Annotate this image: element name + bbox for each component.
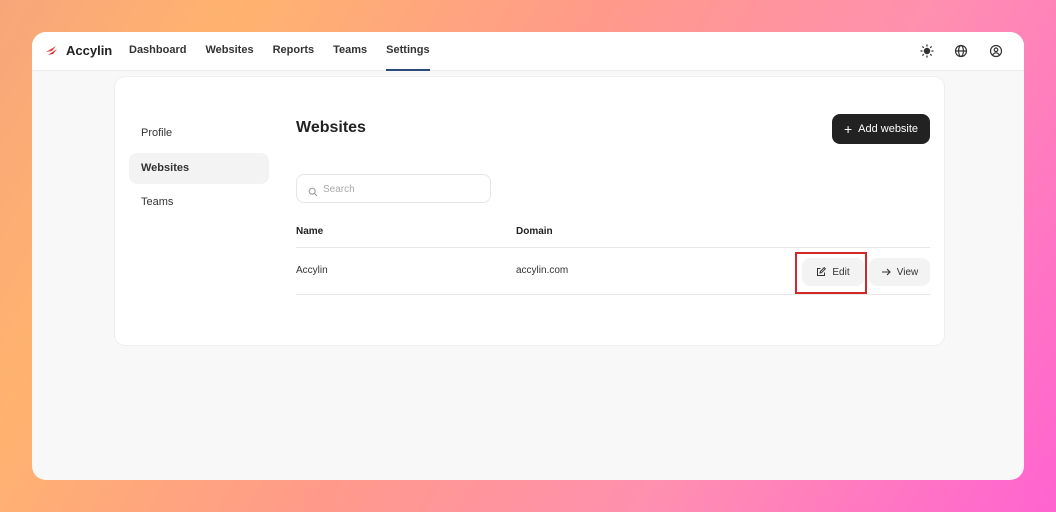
nav-settings[interactable]: Settings — [386, 32, 430, 71]
table-header-divider — [296, 247, 930, 248]
page-title: Websites — [296, 119, 366, 136]
column-header-domain: Domain — [516, 226, 553, 237]
sun-icon[interactable] — [919, 43, 935, 59]
search-box — [296, 174, 491, 203]
view-label: View — [896, 266, 919, 278]
plus-icon: + — [843, 121, 853, 137]
top-navbar: Accylin Dashboard Websites Reports Teams… — [32, 32, 1024, 71]
sidebar-item-profile[interactable]: Profile — [129, 118, 269, 149]
globe-icon[interactable] — [953, 43, 969, 59]
app-window: Accylin Dashboard Websites Reports Teams… — [32, 32, 1024, 480]
arrow-right-icon — [881, 267, 891, 277]
nav-teams[interactable]: Teams — [333, 32, 367, 71]
nav-dashboard[interactable]: Dashboard — [129, 32, 186, 71]
sidebar-item-teams[interactable]: Teams — [129, 187, 269, 218]
search-icon — [308, 184, 318, 197]
row-domain-cell: accylin.com — [516, 265, 569, 276]
sidebar-item-websites[interactable]: Websites — [129, 153, 269, 184]
add-website-button[interactable]: + Add website — [832, 114, 930, 144]
view-button[interactable]: View — [869, 258, 930, 286]
edit-button-highlight — [795, 252, 867, 294]
nav-websites[interactable]: Websites — [205, 32, 253, 71]
user-icon[interactable] — [988, 43, 1004, 59]
table-row-divider — [296, 294, 930, 295]
column-header-name: Name — [296, 226, 324, 237]
add-website-label: Add website — [858, 123, 919, 135]
row-name-cell: Accylin — [296, 265, 328, 276]
nav-reports[interactable]: Reports — [273, 32, 315, 71]
brand-logo-icon — [45, 44, 59, 58]
settings-panel: Profile Websites Teams Websites + Add we… — [115, 77, 944, 345]
main-nav: Dashboard Websites Reports Teams Setting… — [129, 32, 449, 71]
search-input[interactable] — [323, 179, 483, 199]
brand-name: Accylin — [66, 43, 113, 58]
